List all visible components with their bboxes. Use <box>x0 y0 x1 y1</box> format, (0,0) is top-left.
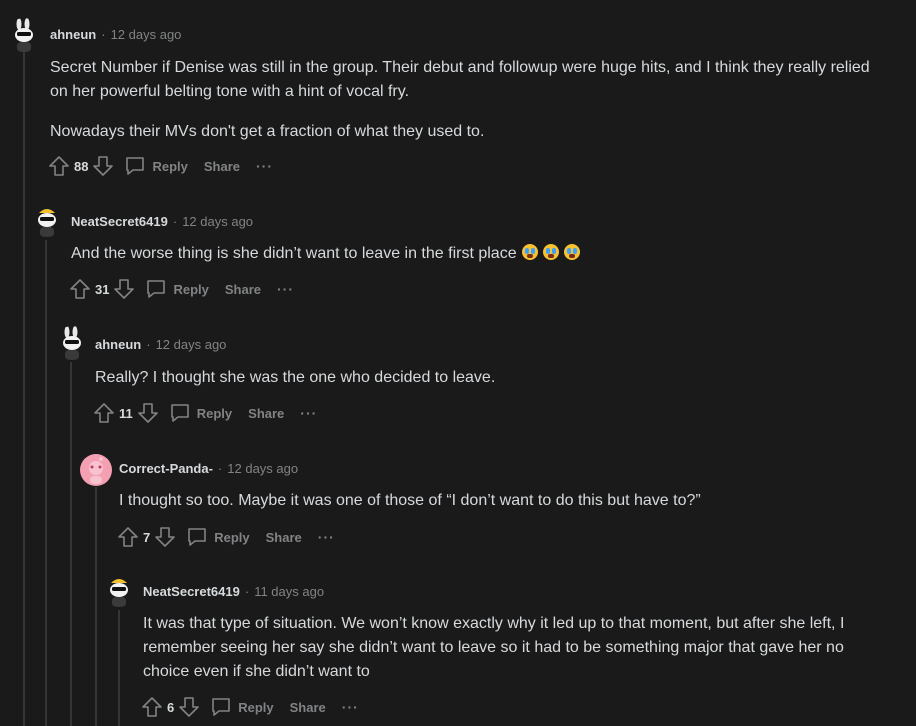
comment-bubble-icon <box>210 696 232 718</box>
avatar[interactable] <box>102 573 136 607</box>
comment-body: It was that type of situation. We won’t … <box>143 612 893 684</box>
avatar[interactable] <box>79 453 113 487</box>
reply-button[interactable]: Reply <box>169 402 232 424</box>
upvote-icon[interactable] <box>93 402 115 424</box>
reply-button[interactable]: Reply <box>210 696 274 718</box>
separator: · <box>217 461 223 476</box>
reply-label: Reply <box>214 529 250 545</box>
comment-paragraph: It was that type of situation. We won’t … <box>143 615 845 680</box>
comment-actions: 88 Reply Share ··· <box>48 155 273 177</box>
timestamp[interactable]: 12 days ago <box>227 461 298 476</box>
more-options-button[interactable]: ··· <box>318 529 335 545</box>
reply-label: Reply <box>196 405 233 421</box>
upvote-icon[interactable] <box>117 526 139 548</box>
comment-text: And the worse thing is she didn’t want t… <box>71 245 517 262</box>
thread-line[interactable] <box>70 362 72 726</box>
snoo-avatar-icon <box>80 454 112 486</box>
username[interactable]: ahneun <box>50 27 96 42</box>
vote-count: 88 <box>74 158 89 174</box>
reply-label: Reply <box>173 281 209 297</box>
comment-bubble-icon <box>169 402 191 424</box>
separator: · <box>146 337 151 352</box>
username[interactable]: NeatSecret6419 <box>71 214 168 229</box>
comment-paragraph: Nowadays their MVs don't get a fraction … <box>50 123 485 140</box>
timestamp[interactable]: 12 days ago <box>111 27 182 42</box>
crying-face-emoji <box>563 244 580 260</box>
more-options-button[interactable]: ··· <box>277 281 294 297</box>
comment-paragraph: And the worse thing is she didn’t want t… <box>71 242 891 266</box>
timestamp[interactable]: 12 days ago <box>156 337 227 352</box>
comment-bubble-icon <box>145 278 167 300</box>
comment-body: I thought so too. Maybe it was one of th… <box>119 489 899 513</box>
more-options-button[interactable]: ··· <box>300 405 317 421</box>
comment-actions: 11 Reply Share ··· <box>93 402 317 424</box>
reply-label: Reply <box>152 158 188 174</box>
comment-paragraph: I thought so too. Maybe it was one of th… <box>119 492 701 509</box>
reply-label: Reply <box>238 699 274 715</box>
share-button[interactable]: Share <box>290 700 326 715</box>
comment-bubble-icon <box>124 155 146 177</box>
thread-line[interactable] <box>118 610 120 726</box>
more-options-button[interactable]: ··· <box>342 699 359 715</box>
comment-actions: 31 Reply Share ··· <box>69 278 294 300</box>
separator: · <box>172 214 178 229</box>
share-button[interactable]: Share <box>248 406 284 421</box>
reply-button[interactable]: Reply <box>124 155 188 177</box>
comment-body: Secret Number if Denise was still in the… <box>50 56 890 144</box>
snoo-avatar-icon <box>30 203 64 237</box>
downvote-icon[interactable] <box>178 696 200 718</box>
share-button[interactable]: Share <box>266 530 302 545</box>
comment-body: And the worse thing is she didn’t want t… <box>71 242 891 266</box>
downvote-icon[interactable] <box>113 278 135 300</box>
comment-actions: 7 Reply Share ··· <box>117 526 335 548</box>
username[interactable]: ahneun <box>95 337 141 352</box>
crying-face-emoji <box>542 244 559 260</box>
vote-count: 6 <box>167 699 175 715</box>
upvote-icon[interactable] <box>48 155 70 177</box>
share-button[interactable]: Share <box>204 159 240 174</box>
comment-paragraph: Secret Number if Denise was still in the… <box>50 59 870 100</box>
vote-count: 7 <box>143 529 151 545</box>
timestamp[interactable]: 11 days ago <box>254 584 324 599</box>
reply-button[interactable]: Reply <box>186 526 250 548</box>
upvote-icon[interactable] <box>69 278 91 300</box>
thread-line[interactable] <box>23 52 25 726</box>
separator: · <box>101 27 106 42</box>
thread-line[interactable] <box>45 240 47 726</box>
downvote-icon[interactable] <box>92 155 114 177</box>
avatar[interactable] <box>55 326 89 360</box>
avatar[interactable] <box>7 18 41 52</box>
downvote-icon[interactable] <box>137 402 159 424</box>
snoo-avatar-icon <box>7 18 41 52</box>
username[interactable]: NeatSecret6419 <box>143 584 240 599</box>
downvote-icon[interactable] <box>154 526 176 548</box>
upvote-icon[interactable] <box>141 696 163 718</box>
timestamp[interactable]: 12 days ago <box>182 214 253 229</box>
comment-bubble-icon <box>186 526 208 548</box>
share-button[interactable]: Share <box>225 282 261 297</box>
more-options-button[interactable]: ··· <box>256 158 273 174</box>
snoo-avatar-icon <box>55 326 89 360</box>
comment-body: Really? I thought she was the one who de… <box>95 366 895 390</box>
comment-actions: 6 Reply Share ··· <box>141 696 359 718</box>
vote-count: 11 <box>119 405 133 421</box>
avatar[interactable] <box>30 203 64 237</box>
comment-paragraph: Really? I thought she was the one who de… <box>95 369 496 386</box>
crying-face-emoji <box>521 244 538 260</box>
username[interactable]: Correct-Panda- <box>119 461 213 476</box>
thread-line[interactable] <box>95 487 97 726</box>
snoo-avatar-icon <box>102 573 136 607</box>
vote-count: 31 <box>95 281 110 297</box>
separator: · <box>244 584 250 599</box>
reply-button[interactable]: Reply <box>145 278 209 300</box>
